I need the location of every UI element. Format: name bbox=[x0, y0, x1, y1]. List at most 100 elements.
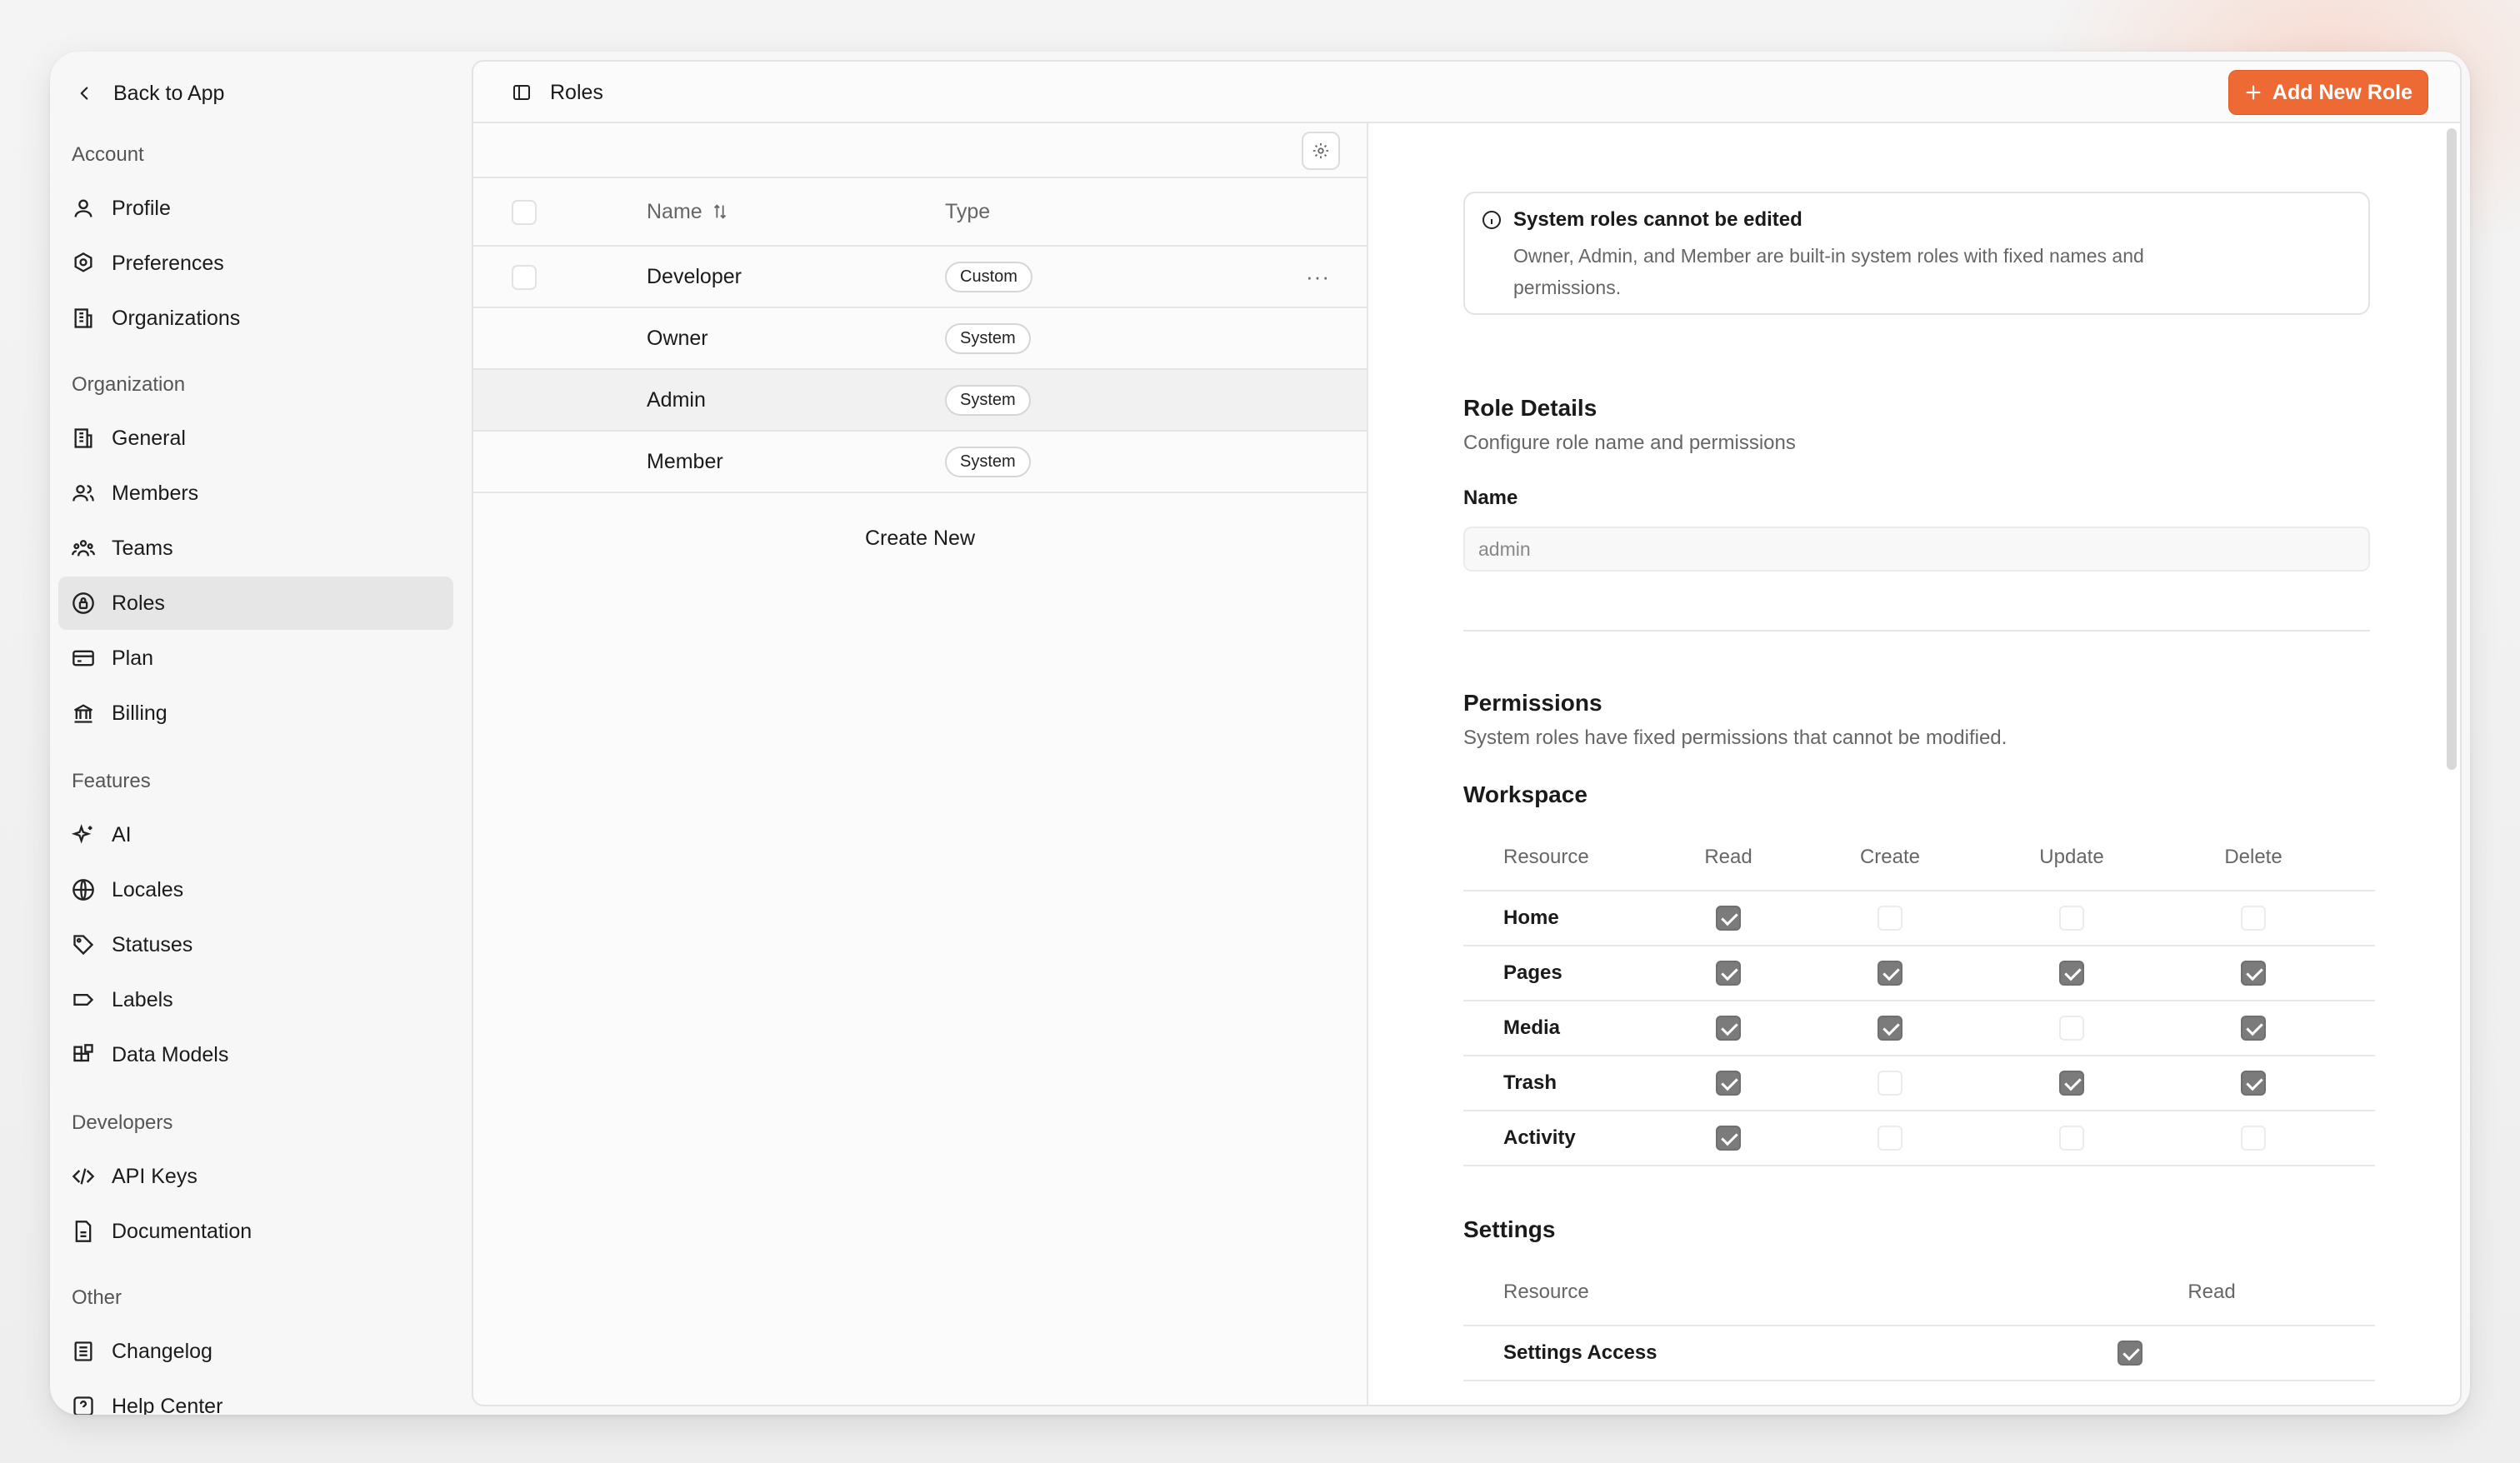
permission-read-checkbox[interactable] bbox=[1716, 906, 1741, 931]
permission-delete-checkbox[interactable] bbox=[2241, 1126, 2266, 1151]
resource-name: Trash bbox=[1503, 1071, 1558, 1094]
permission-cell bbox=[1840, 946, 1940, 1000]
sidebar-item-ai[interactable]: AI bbox=[58, 808, 453, 861]
column-header-type[interactable]: Type bbox=[945, 178, 990, 245]
sidebar-item-teams[interactable]: Teams bbox=[58, 522, 453, 575]
app-window: Back to App Account Profile Preferences … bbox=[50, 52, 2470, 1415]
sidebar-item-members[interactable]: Members bbox=[58, 467, 453, 520]
permission-update-checkbox[interactable] bbox=[2059, 1126, 2084, 1151]
sidebar-item-label: Statuses bbox=[112, 932, 193, 956]
permission-update-checkbox[interactable] bbox=[2059, 906, 2084, 931]
permission-cell bbox=[2022, 891, 2122, 945]
lock-icon bbox=[72, 592, 94, 614]
plus-icon bbox=[2246, 85, 2261, 100]
permission-delete-checkbox[interactable] bbox=[2241, 1071, 2266, 1096]
divider bbox=[1463, 630, 2370, 632]
sidebar-item-profile[interactable]: Profile bbox=[58, 182, 453, 235]
permission-read-checkbox[interactable] bbox=[1716, 1016, 1741, 1041]
create-new-link[interactable]: Create New bbox=[473, 527, 1367, 551]
list-toolbar bbox=[473, 123, 1367, 178]
permission-create-checkbox[interactable] bbox=[1878, 906, 1902, 931]
roles-list: Name Type Developer Custom ··· Owner Sys… bbox=[473, 123, 1368, 1405]
role-details-subtitle: Configure role name and permissions bbox=[1463, 432, 1796, 454]
permission-read-checkbox[interactable] bbox=[2118, 1341, 2142, 1366]
header-read: Read bbox=[2188, 1281, 2236, 1303]
card-icon bbox=[72, 650, 94, 667]
role-name-input[interactable]: admin bbox=[1463, 527, 2370, 572]
sidebar-item-api-keys[interactable]: API Keys bbox=[58, 1150, 453, 1203]
permissions-subtitle: System roles have fixed permissions that… bbox=[1463, 727, 2008, 749]
permission-update-checkbox[interactable] bbox=[2059, 1016, 2084, 1041]
workspace-title: Workspace bbox=[1463, 781, 1588, 807]
permission-update-checkbox[interactable] bbox=[2059, 961, 2084, 986]
permission-delete-checkbox[interactable] bbox=[2241, 906, 2266, 931]
permission-update-checkbox[interactable] bbox=[2059, 1071, 2084, 1096]
sidebar-toggle-icon[interactable] bbox=[512, 82, 532, 102]
label-icon bbox=[73, 994, 94, 1006]
settings-rows: Settings Access bbox=[1463, 1326, 2375, 1381]
back-to-app-link[interactable]: Back to App bbox=[73, 68, 224, 118]
role-name: Member bbox=[647, 449, 723, 473]
table-row[interactable]: Developer Custom ··· bbox=[473, 247, 1367, 308]
page-title: Roles bbox=[550, 80, 603, 104]
roles-topbar: Roles Add New Role bbox=[473, 62, 2460, 123]
sidebar-item-data-models[interactable]: Data Models bbox=[58, 1028, 453, 1081]
role-type-cell: System bbox=[945, 432, 1031, 492]
header-resource: Resource bbox=[1503, 846, 1589, 868]
sidebar-item-label: Billing bbox=[112, 701, 168, 725]
permission-cell bbox=[1678, 1001, 1778, 1055]
section-title-other: Other bbox=[72, 1286, 122, 1309]
permission-read-checkbox[interactable] bbox=[1716, 1071, 1741, 1096]
sidebar-item-general[interactable]: General bbox=[58, 412, 453, 465]
permission-create-checkbox[interactable] bbox=[1878, 1016, 1902, 1041]
detail-scrollbar[interactable] bbox=[2447, 128, 2457, 770]
sidebar-item-roles[interactable]: Roles bbox=[58, 577, 453, 630]
table-row[interactable]: Member System bbox=[473, 432, 1367, 493]
sidebar-item-label: Changelog bbox=[112, 1339, 212, 1363]
table-row-selected[interactable]: Admin System bbox=[473, 370, 1367, 432]
resource-name: Pages bbox=[1503, 961, 1562, 984]
blocks-icon bbox=[73, 1044, 93, 1062]
table-settings-button[interactable] bbox=[1302, 132, 1340, 170]
code-icon bbox=[72, 1168, 95, 1185]
permission-create-checkbox[interactable] bbox=[1878, 1126, 1902, 1151]
column-name-label: Name bbox=[647, 199, 702, 223]
permission-cell bbox=[1840, 891, 1940, 945]
role-type-badge: System bbox=[945, 322, 1031, 354]
permission-create-checkbox[interactable] bbox=[1878, 1071, 1902, 1096]
sidebar-item-help-center[interactable]: Help Center bbox=[58, 1380, 453, 1415]
permission-cell bbox=[2022, 946, 2122, 1000]
select-all-checkbox[interactable] bbox=[512, 200, 537, 225]
column-header-name[interactable]: Name bbox=[647, 178, 729, 245]
permission-cell bbox=[1678, 891, 1778, 945]
permission-delete-checkbox[interactable] bbox=[2241, 961, 2266, 986]
permission-read-checkbox[interactable] bbox=[1716, 961, 1741, 986]
sidebar-item-changelog[interactable]: Changelog bbox=[58, 1325, 453, 1378]
more-actions-button[interactable]: ··· bbox=[1306, 247, 1330, 307]
help-icon bbox=[73, 1396, 93, 1415]
table-row[interactable]: Owner System bbox=[473, 308, 1367, 370]
sidebar-item-preferences[interactable]: Preferences bbox=[58, 237, 453, 290]
sidebar-item-locales[interactable]: Locales bbox=[58, 863, 453, 916]
back-label: Back to App bbox=[113, 81, 225, 105]
sidebar-item-labels[interactable]: Labels bbox=[58, 973, 453, 1026]
sidebar-item-statuses[interactable]: Statuses bbox=[58, 918, 453, 971]
role-type-badge: System bbox=[945, 384, 1031, 416]
add-new-role-button[interactable]: Add New Role bbox=[2228, 70, 2428, 115]
building-icon bbox=[74, 308, 92, 328]
sidebar-item-billing[interactable]: Billing bbox=[58, 687, 453, 740]
permission-cell bbox=[2022, 1001, 2122, 1055]
sidebar-item-plan[interactable]: Plan bbox=[58, 632, 453, 685]
permission-row: Activity bbox=[1463, 1111, 2375, 1166]
permission-cell bbox=[2203, 891, 2303, 945]
permission-delete-checkbox[interactable] bbox=[2241, 1016, 2266, 1041]
gear-icon bbox=[74, 252, 92, 272]
sidebar-item-organizations[interactable]: Organizations bbox=[58, 292, 453, 345]
permission-cell bbox=[1840, 1001, 1940, 1055]
sidebar-item-documentation[interactable]: Documentation bbox=[58, 1205, 453, 1258]
header-delete: Delete bbox=[2224, 846, 2282, 868]
row-checkbox[interactable] bbox=[512, 265, 537, 290]
permission-read-checkbox[interactable] bbox=[1716, 1126, 1741, 1151]
permission-create-checkbox[interactable] bbox=[1878, 961, 1902, 986]
workspace-permissions-table: Resource Read Create Update Delete Home P… bbox=[1463, 825, 2375, 1166]
